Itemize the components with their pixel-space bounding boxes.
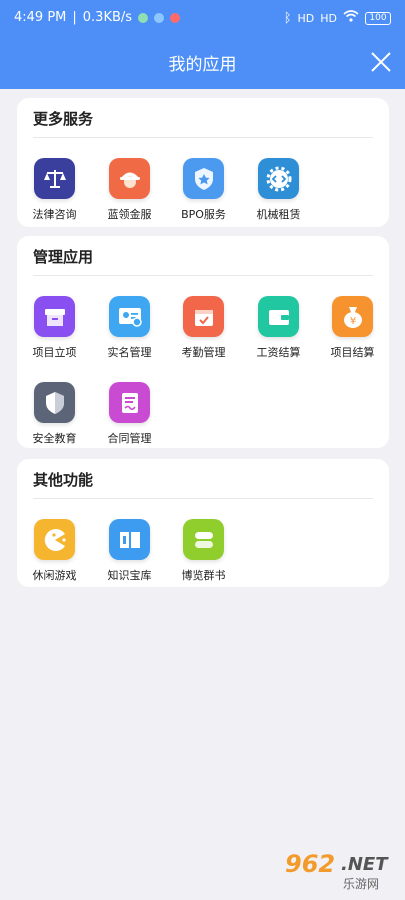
id-card-icon	[109, 296, 150, 337]
app-label: 考勤管理	[181, 346, 226, 359]
wifi-icon	[343, 10, 359, 26]
app-label: 安全教育	[32, 432, 77, 445]
close-icon[interactable]	[369, 50, 393, 74]
app-label: BPO服务	[181, 208, 226, 221]
scales-icon	[34, 158, 75, 199]
section-divider	[33, 275, 373, 276]
section-title: 管理应用	[33, 248, 94, 266]
app-label: 博览群书	[181, 569, 226, 582]
app-label: 工资结算	[256, 346, 301, 359]
app-item[interactable]: BPO服务	[166, 158, 241, 228]
money-bag-icon: ¥	[332, 296, 373, 337]
app-item[interactable]: 休闲游戏	[17, 519, 92, 589]
app-label: 合同管理	[107, 432, 152, 445]
app-notification-icon	[154, 12, 165, 23]
app-label: 蓝领金服	[107, 208, 152, 221]
watermark-text: 乐游网	[343, 877, 380, 891]
app-label: 实名管理	[107, 346, 152, 359]
stack-icon	[183, 519, 224, 560]
header-bar: 4:49 PM | 0.3KB/s ᛒ HD HD 100 我的应用	[0, 0, 405, 89]
app-item[interactable]: 安全教育	[17, 382, 92, 452]
section-divider	[33, 498, 373, 499]
watermark-logo: 962 .NET 乐游网	[281, 850, 399, 894]
app-item[interactable]: 蓝领金服	[92, 158, 167, 228]
app-item[interactable]: 法律咨询	[17, 158, 92, 228]
app-notification-icon	[170, 12, 181, 23]
gear-code-icon	[258, 158, 299, 199]
calendar-check-icon	[183, 296, 224, 337]
section-management-apps: 管理应用 项目立项 实名管理 考勤管理 工资结算 ¥ 项目结算 安全教育 合同管…	[17, 236, 389, 448]
app-item[interactable]: 实名管理	[92, 296, 167, 366]
worker-helmet-icon	[109, 158, 150, 199]
shield-icon	[34, 382, 75, 423]
app-label: 项目结算	[330, 346, 375, 359]
contract-icon	[109, 382, 150, 423]
app-item[interactable]: 考勤管理	[166, 296, 241, 366]
book-icon	[109, 519, 150, 560]
status-separator: |	[72, 10, 77, 25]
app-item[interactable]: 机械租赁	[241, 158, 316, 228]
app-notification-icon	[138, 12, 149, 23]
network-speed: 0.3KB/s	[82, 10, 133, 25]
app-item[interactable]: 博览群书	[166, 519, 241, 589]
pacman-icon	[34, 519, 75, 560]
section-title: 其他功能	[33, 471, 94, 489]
signal-icon: HD	[297, 11, 315, 25]
page-title: 我的应用	[168, 55, 237, 75]
signal-icon: HD	[320, 11, 337, 25]
status-bar: 4:49 PM | 0.3KB/s ᛒ HD HD 100	[0, 0, 405, 36]
status-time: 4:49 PM	[14, 10, 67, 25]
app-item[interactable]: 项目立项	[17, 296, 92, 366]
app-label: 法律咨询	[32, 208, 77, 221]
app-item[interactable]: ¥ 项目结算	[315, 296, 390, 366]
app-label: 知识宝库	[107, 569, 152, 582]
battery-icon: 100	[365, 11, 391, 25]
app-label: 机械租赁	[256, 208, 301, 221]
app-label: 项目立项	[32, 346, 77, 359]
watermark-net: .NET	[341, 854, 388, 875]
bluetooth-icon: ᛒ	[283, 10, 292, 26]
app-item[interactable]: 工资结算	[241, 296, 316, 366]
app-label: 休闲游戏	[32, 569, 77, 582]
svg-text:¥: ¥	[349, 316, 355, 327]
section-other-functions: 其他功能 休闲游戏 知识宝库 博览群书	[17, 459, 389, 587]
watermark-number: 962	[285, 850, 336, 878]
title-bar: 我的应用	[0, 38, 405, 84]
section-title: 更多服务	[33, 110, 94, 128]
app-item[interactable]: 合同管理	[92, 382, 167, 452]
badge-star-icon	[183, 158, 224, 199]
wallet-icon	[258, 296, 299, 337]
section-divider	[33, 137, 373, 138]
section-more-services: 更多服务 法律咨询 蓝领金服 BPO服务 机械租赁	[17, 98, 389, 227]
app-item[interactable]: 知识宝库	[92, 519, 167, 589]
box-icon	[34, 296, 75, 337]
